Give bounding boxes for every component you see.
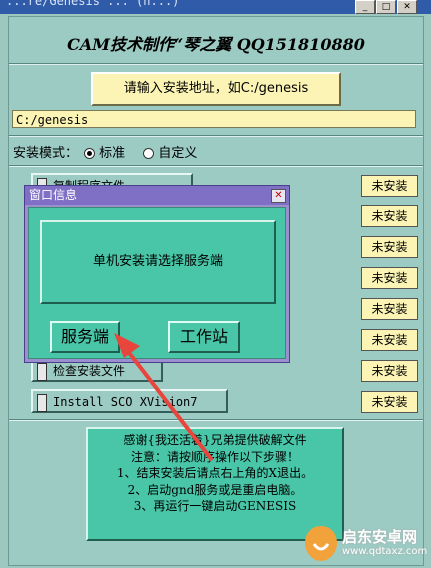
watermark-logo-icon [305,526,337,561]
notice-line: 感谢{我还活着}兄弟提供破解文件 [123,433,307,447]
dialog-message: 单机安装请选择服务端 [40,220,276,304]
mode-standard-radio[interactable]: 标准 [84,146,125,161]
watermark: 启东安卓网 www.qdtaxz.com [300,522,430,566]
divider [9,135,423,137]
info-dialog: 窗口信息 ✕ 单机安装请选择服务端 服务端 工作站 [24,185,290,363]
page-title: CAM技术制作“琴之翼 QQ151810880 [67,35,365,54]
notice-line: 3、再运行一键启动GENESIS [133,499,297,513]
step-status: 未安装 [361,360,418,382]
install-icon [37,394,47,412]
watermark-url: www.qdtaxz.com [342,546,428,557]
dialog-close-icon[interactable]: ✕ [271,189,286,203]
dialog-body: 单机安装请选择服务端 服务端 工作站 [28,207,286,359]
install-mode-group: 安装模式： 标准 自定义 [13,142,197,161]
install-path-prompt-button[interactable]: 请输入安装地址，如C:/genesis [91,72,341,106]
install-icon [37,363,47,381]
install-path-input[interactable]: C:/genesis [12,110,416,128]
window-titlebar: ...re/Genesis ... (n...) _ □ ✕ [0,0,431,14]
radio-unchecked-icon [143,148,155,159]
step-status: 未安装 [361,236,418,258]
step-status: 未安装 [361,267,418,289]
step-status: 未安装 [361,329,418,351]
maximize-button[interactable]: □ [376,0,396,14]
notice-line: 1、结束安装后请点右上角的X退出。 [116,466,314,480]
dialog-title: 窗口信息 [25,186,289,205]
divider [9,165,423,167]
install-mode-label: 安装模式： [13,146,79,161]
close-window-button[interactable]: ✕ [397,0,417,14]
watermark-name: 启东安卓网 [342,528,418,546]
step-button-install-xvision[interactable]: Install SCO XVision7 [31,389,228,413]
step-status: 未安装 [361,391,418,413]
divider [9,63,423,65]
radio-checked-icon [84,148,96,159]
window-title: ...re/Genesis ... (n...) [6,0,180,8]
notice-line: 注意：请按顺序操作以下步骤！ [130,449,299,464]
step-status: 未安装 [361,298,418,320]
server-button[interactable]: 服务端 [50,321,120,353]
step-status: 未安装 [361,205,418,227]
step-status: 未安装 [361,175,418,197]
notice-line: 2、启动gnd服务或是重启电脑。 [127,482,303,497]
workstation-button[interactable]: 工作站 [168,321,240,353]
mode-custom-radio[interactable]: 自定义 [143,146,197,161]
minimize-button[interactable]: _ [355,0,375,14]
divider [9,419,423,421]
